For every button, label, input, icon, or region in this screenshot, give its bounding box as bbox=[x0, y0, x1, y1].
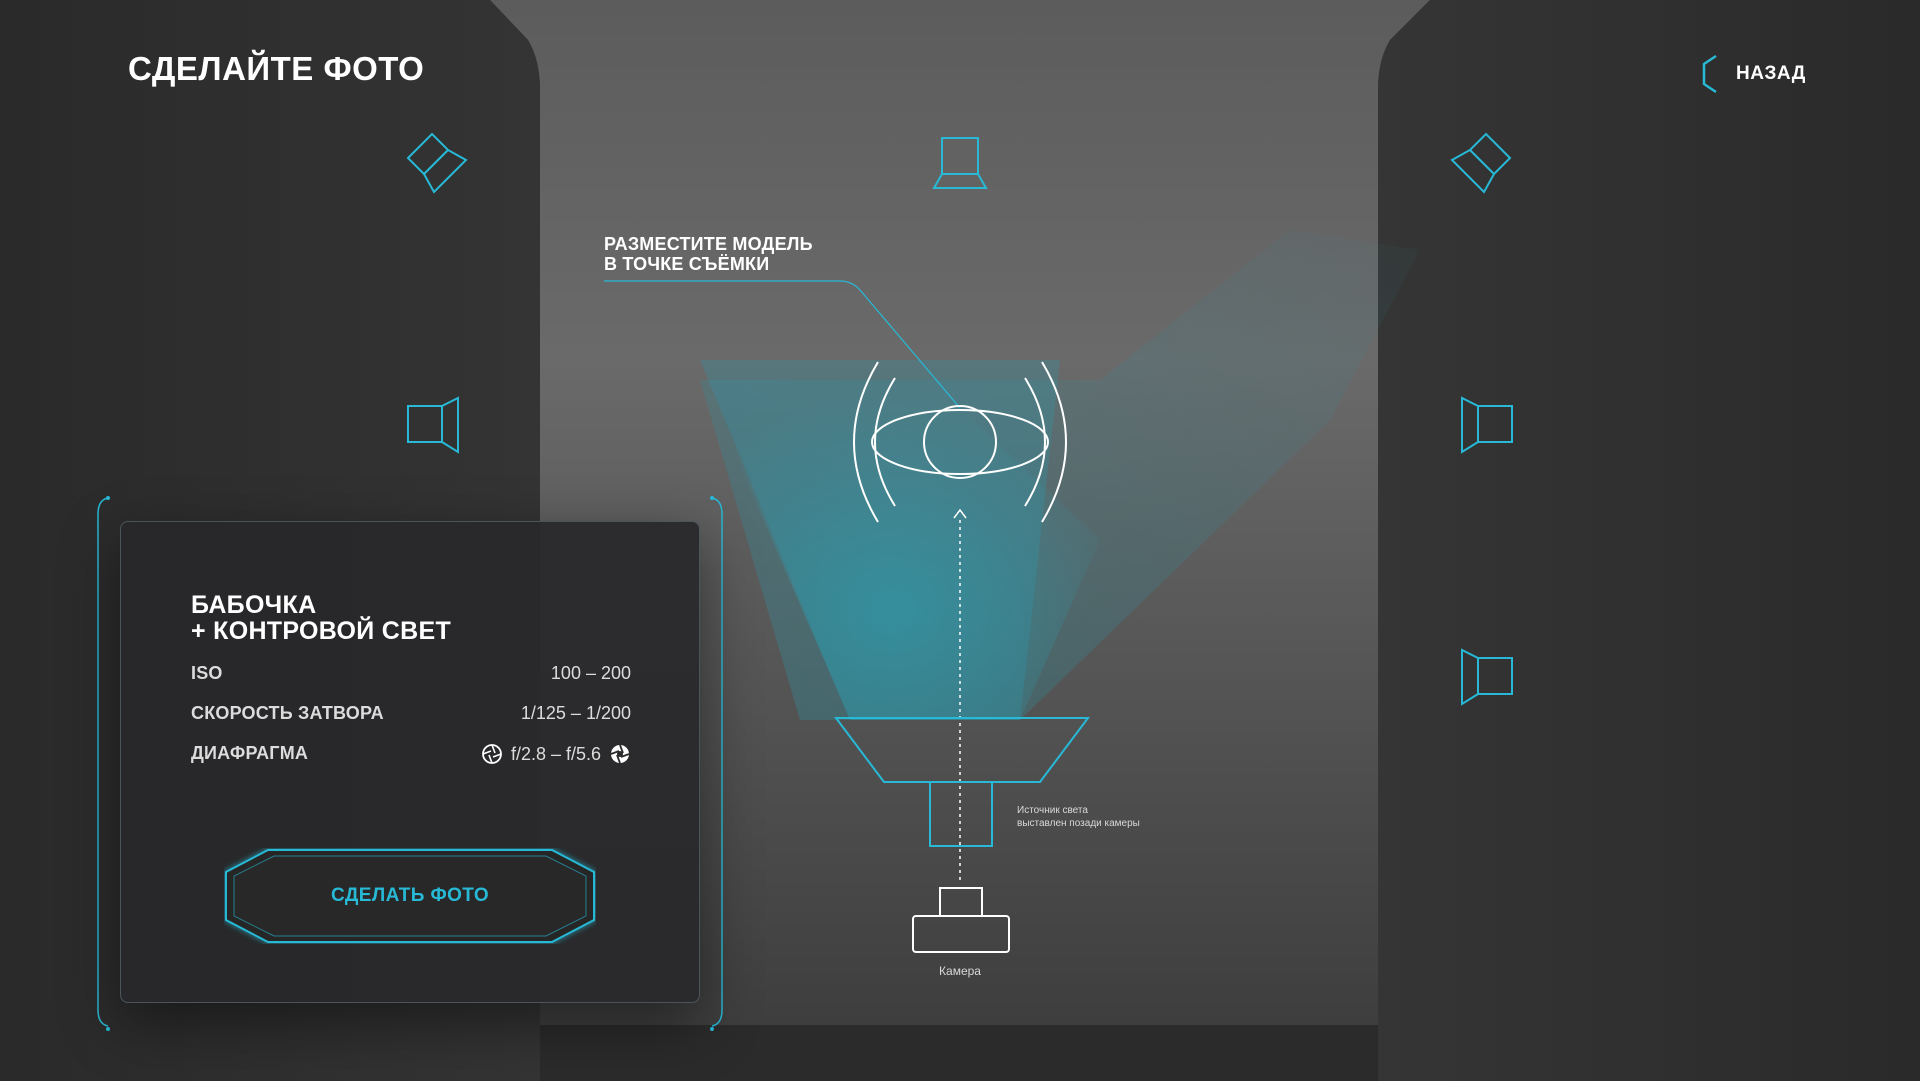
setting-row-iso: ISO 100 – 200 bbox=[191, 663, 631, 687]
take-photo-button[interactable]: СДЕЛАТЬ ФОТО bbox=[224, 848, 596, 944]
setting-value-text: 1/125 – 1/200 bbox=[520, 703, 631, 723]
setting-value: 1/125 – 1/200 bbox=[521, 703, 631, 724]
scheme-title-line-2: + КОНТРОВОЙ СВЕТ bbox=[191, 617, 452, 645]
setting-value-text: f/2.8 – f/5.6 bbox=[510, 743, 601, 764]
light-source-note: Источник света выставлен позади камеры bbox=[1017, 804, 1140, 830]
scheme-title-line-1: БАБОЧКА bbox=[191, 591, 317, 619]
setting-label: СКОРОСТЬ ЗАТВОРА bbox=[191, 703, 384, 723]
aperture-icon bbox=[610, 744, 630, 764]
setting-value-text: 100 – 200 bbox=[550, 663, 631, 683]
light-note-line-2: выставлен позади камеры bbox=[1017, 818, 1140, 829]
take-photo-label: СДЕЛАТЬ ФОТО bbox=[330, 885, 490, 906]
light-note-line-1: Источник света bbox=[1017, 805, 1088, 816]
aperture-icon bbox=[482, 744, 502, 764]
camera-icon bbox=[912, 887, 1010, 953]
scheme-title: БАБОЧКА + КОНТРОВОЙ СВЕТ bbox=[191, 592, 451, 644]
studio-scene: СДЕЛАЙТЕ ФОТО НАЗАД РАЗМЕСТИТЕ МОДЕЛЬ В … bbox=[0, 0, 1920, 1081]
setting-label: ISO bbox=[191, 663, 223, 683]
camera-label: Камера bbox=[939, 964, 981, 978]
setting-value: f/2.8 – f/5.6 bbox=[481, 743, 631, 765]
setting-row-shutter: СКОРОСТЬ ЗАТВОРА 1/125 – 1/200 bbox=[191, 703, 631, 727]
setting-row-aperture: ДИАФРАГМА f/2.8 – f/5.6 bbox=[191, 743, 631, 767]
setting-value: 100 – 200 bbox=[551, 663, 631, 684]
model-position-icon bbox=[853, 361, 1067, 523]
setting-label: ДИАФРАГМА bbox=[191, 743, 309, 763]
